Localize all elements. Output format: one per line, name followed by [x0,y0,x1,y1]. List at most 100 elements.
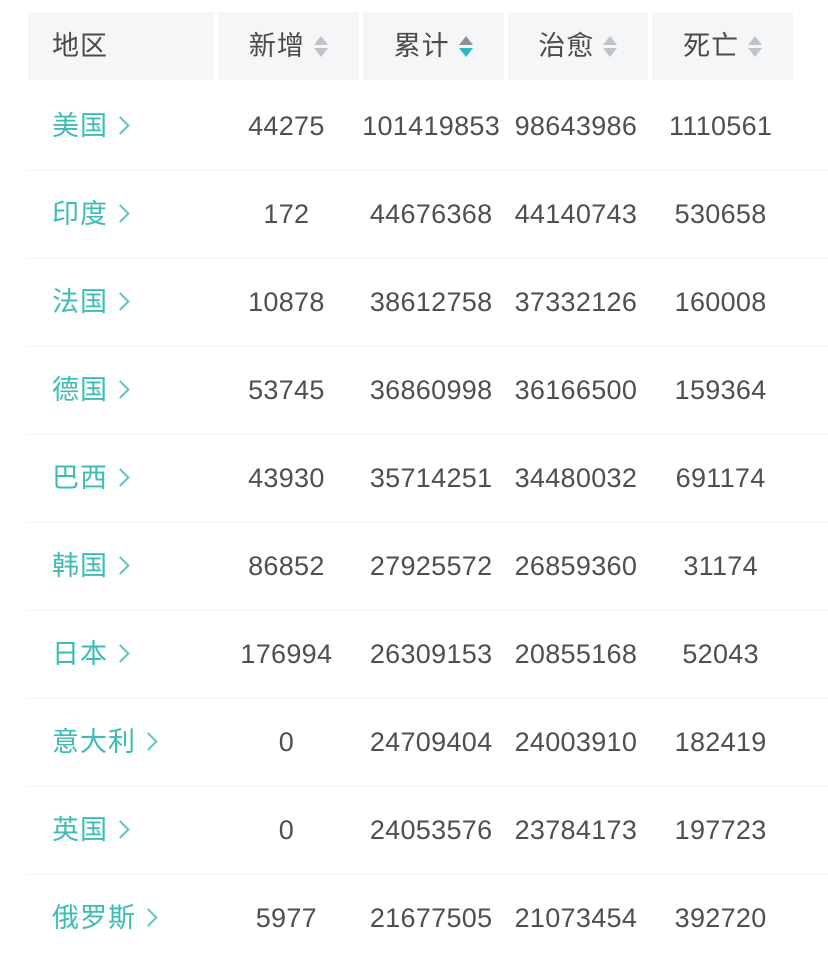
region-name: 巴西 [52,462,108,493]
region-link[interactable]: 韩国 [28,550,214,581]
region-name: 美国 [52,110,108,141]
sort-asc-arrow-total [458,35,473,45]
sort-desc-arrow-new [313,47,328,57]
chevron-right-icon [139,731,158,751]
cell-cured: 26859360 [514,550,638,581]
column-header-total-label: 累计 [393,30,450,61]
chevron-right-icon [139,907,158,927]
cell-total: 44676368 [369,198,493,229]
region-link[interactable]: 日本 [28,638,214,669]
cell-cured: 24003910 [514,726,638,757]
chevron-right-icon [111,291,130,311]
cell-dead: 530658 [674,198,767,229]
cell-cured: 34480032 [514,462,638,493]
cell-new: 44275 [248,110,325,141]
column-header-region-label: 地区 [52,30,108,61]
cell-new: 0 [278,814,295,845]
region-link[interactable]: 法国 [28,286,214,317]
cell-cured: 44140743 [514,198,638,229]
cell-new: 0 [278,726,295,757]
chevron-right-icon [111,819,130,839]
column-header-new-label: 新增 [248,30,305,61]
table-row[interactable]: 美国 44275 101419853 98643986 1110561 [0,82,828,170]
sort-desc-arrow-cured [603,47,618,57]
chevron-right-icon [111,115,130,135]
cell-new: 53745 [248,374,325,405]
sort-asc-arrow-cured [603,35,618,45]
sort-asc-arrow-dead [748,35,763,45]
cell-dead: 31174 [683,550,758,581]
cell-new: 10878 [248,286,325,317]
sort-updown-icon-total[interactable] [458,35,473,57]
region-name: 意大利 [52,726,136,757]
cell-total: 27925572 [369,550,493,581]
table-row[interactable]: 韩国 86852 27925572 26859360 31174 [0,522,828,610]
region-name: 法国 [52,286,108,317]
chevron-right-icon [111,379,130,399]
sort-updown-icon-dead[interactable] [748,35,763,57]
table-row[interactable]: 印度 172 44676368 44140743 530658 [0,170,828,258]
cell-dead: 52043 [682,638,759,669]
cell-dead: 691174 [675,462,766,493]
sort-asc-arrow-new [313,35,328,45]
cell-total: 24709404 [369,726,493,757]
region-link[interactable]: 巴西 [28,462,214,493]
cell-dead: 392720 [674,902,767,933]
cell-new: 5977 [255,902,317,933]
region-name: 英国 [52,814,108,845]
cell-dead: 160008 [674,286,767,317]
region-name: 俄罗斯 [52,902,136,933]
cell-dead: 1110561 [669,110,773,141]
cell-total: 35714251 [369,462,493,493]
region-name: 日本 [52,638,108,669]
cell-total: 38612758 [369,286,493,317]
cell-new: 86852 [248,550,325,581]
cell-dead: 159364 [674,374,767,405]
region-link[interactable]: 美国 [28,110,214,141]
cell-total: 21677505 [369,902,493,933]
table-row[interactable]: 德国 53745 36860998 36166500 159364 [0,346,828,434]
table-row[interactable]: 法国 10878 38612758 37332126 160008 [0,258,828,346]
column-header-cured[interactable]: 治愈 [507,12,649,80]
sort-desc-arrow-total [458,47,473,57]
sort-updown-icon-cured[interactable] [603,35,618,57]
cell-new: 43930 [248,462,325,493]
region-link[interactable]: 英国 [28,814,214,845]
table-row[interactable]: 俄罗斯 5977 21677505 21073454 392720 [0,874,828,962]
chevron-right-icon [111,203,130,223]
table-header-row: 地区 新增 累计 治愈 死亡 [0,0,828,82]
sort-updown-icon-new[interactable] [313,35,328,57]
cell-cured: 98643986 [514,110,638,141]
table-row[interactable]: 日本 176994 26309153 20855168 52043 [0,610,828,698]
column-header-total[interactable]: 累计 [362,12,504,80]
region-link[interactable]: 俄罗斯 [28,902,214,933]
region-link[interactable]: 意大利 [28,726,214,757]
sort-desc-arrow-dead [748,47,763,57]
region-name: 印度 [52,198,108,229]
table-row[interactable]: 意大利 0 24709404 24003910 182419 [0,698,828,786]
region-link[interactable]: 印度 [28,198,214,229]
cell-dead: 197723 [674,814,767,845]
cell-cured: 23784173 [514,814,638,845]
column-header-region: 地区 [28,12,214,80]
cell-cured: 36166500 [514,374,638,405]
region-name: 韩国 [52,550,108,581]
region-name: 德国 [52,374,108,405]
chevron-right-icon [111,467,130,487]
table-row[interactable]: 英国 0 24053576 23784173 197723 [0,786,828,874]
column-header-dead[interactable]: 死亡 [652,12,793,80]
cell-new: 176994 [240,638,333,669]
column-header-new[interactable]: 新增 [218,12,359,80]
table-body: 美国 44275 101419853 98643986 1110561 印度 172 4467… [0,82,828,962]
cell-new: 172 [263,198,310,229]
table-row[interactable]: 巴西 43930 35714251 34480032 691174 [0,434,828,522]
cell-dead: 182419 [674,726,767,757]
cell-total: 101419853 [362,110,501,141]
cell-total: 36860998 [369,374,493,405]
epidemic-data-table: 地区 新增 累计 治愈 死亡 美国 44275 101419853 986439… [0,0,828,963]
cell-cured: 21073454 [514,902,638,933]
cell-total: 26309153 [369,638,493,669]
region-link[interactable]: 德国 [28,374,214,405]
column-header-cured-label: 治愈 [538,30,595,61]
chevron-right-icon [111,643,130,663]
